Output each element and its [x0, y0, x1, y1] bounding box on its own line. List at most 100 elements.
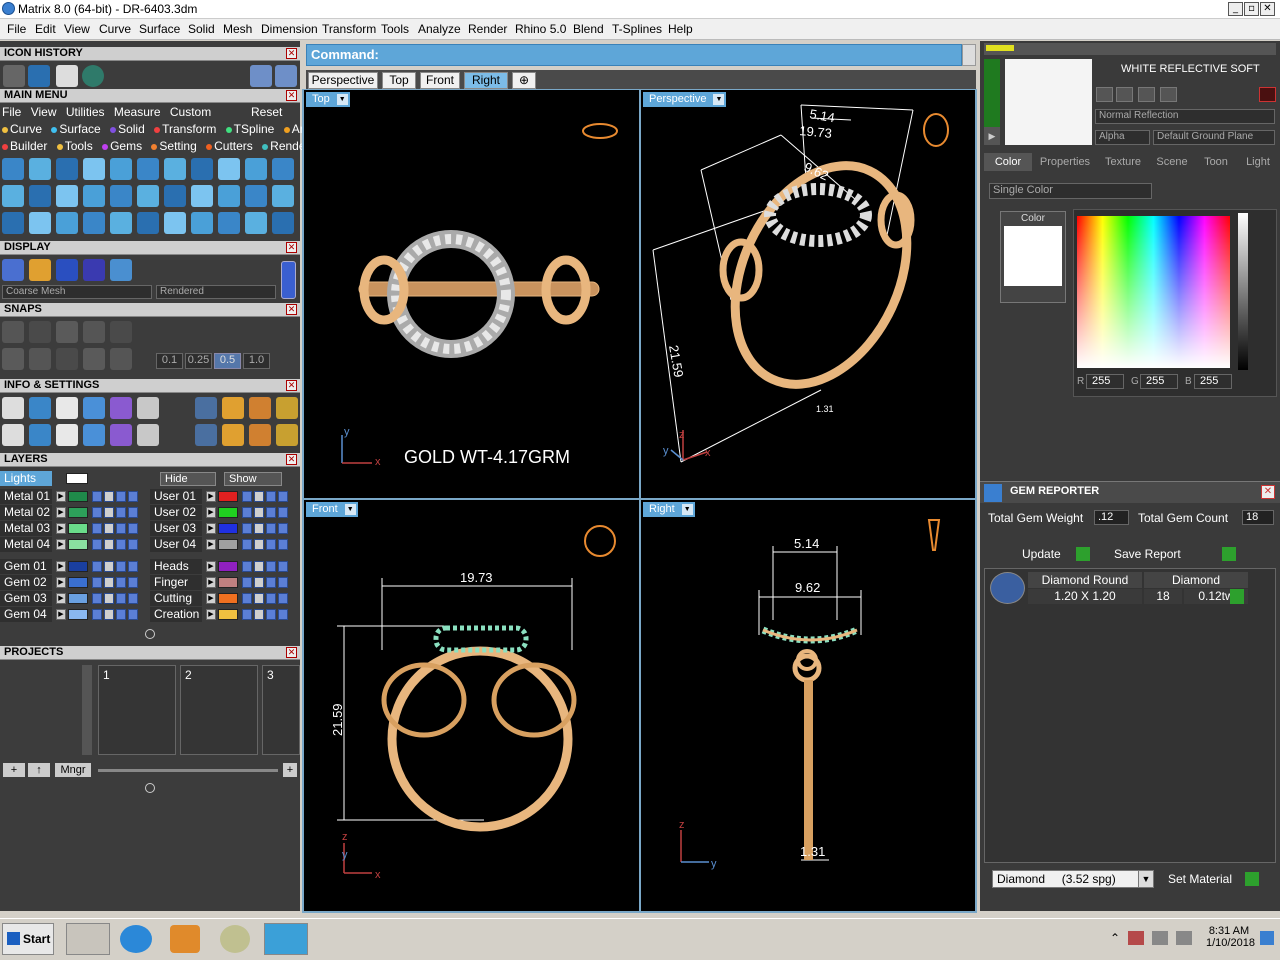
layer-expand-icon[interactable]: ▶	[56, 577, 66, 588]
layer-toggle-icon[interactable]	[266, 491, 276, 502]
tool-icon[interactable]	[195, 397, 217, 419]
tool-icon[interactable]	[222, 424, 244, 446]
minimize-button[interactable]: _	[1228, 2, 1243, 16]
tool-icon[interactable]	[2, 185, 24, 207]
layer-color-swatch[interactable]	[218, 577, 238, 588]
tool-icon[interactable]	[164, 212, 186, 234]
mm-custom[interactable]: Custom	[170, 105, 211, 119]
layer-expand-icon[interactable]: ▶	[56, 561, 66, 572]
add-project-button[interactable]: +	[3, 763, 25, 777]
layer-toggle-icon[interactable]	[104, 593, 114, 604]
mm-curve[interactable]: Curve	[2, 122, 42, 136]
layer-expand-icon[interactable]: ▶	[206, 539, 216, 550]
tool-icon[interactable]	[137, 158, 159, 180]
tray-network-icon[interactable]	[1152, 931, 1168, 945]
tool-icon[interactable]	[2, 397, 24, 419]
tool-icon[interactable]	[110, 397, 132, 419]
viewport-right[interactable]: Right ▼ 5.14 9.62 1.31 z y	[641, 500, 975, 911]
tab-texture[interactable]: Texture	[1098, 153, 1148, 171]
layer-toggle-icon[interactable]	[242, 593, 252, 604]
tool-icon[interactable]	[249, 397, 271, 419]
layer-toggle-icon[interactable]	[116, 577, 126, 588]
close-icon[interactable]: ✕	[286, 647, 297, 658]
tool-icon[interactable]	[29, 321, 51, 343]
tool-icon[interactable]	[29, 397, 51, 419]
start-button[interactable]: Start	[2, 923, 54, 955]
tool-icon[interactable]	[164, 185, 186, 207]
tool-icon[interactable]	[191, 158, 213, 180]
tool-icon[interactable]	[191, 185, 213, 207]
material-tool-icon[interactable]	[1116, 87, 1133, 102]
layer-toggle-icon[interactable]	[242, 609, 252, 620]
tab-perspective[interactable]: Perspective	[308, 72, 378, 89]
tool-icon[interactable]	[164, 158, 186, 180]
menu-render[interactable]: Render	[468, 22, 507, 36]
close-icon[interactable]: ✕	[286, 380, 297, 391]
menu-mesh[interactable]: Mesh	[223, 22, 252, 36]
tool-icon[interactable]	[56, 212, 78, 234]
tab-color[interactable]: Color	[984, 153, 1032, 171]
layer-name[interactable]: Metal 04	[0, 537, 52, 552]
gem-select-icon[interactable]	[1230, 589, 1244, 604]
close-icon[interactable]: ✕	[286, 48, 297, 59]
tool-icon[interactable]	[110, 348, 132, 370]
add-button[interactable]: +	[283, 763, 297, 777]
tool-icon[interactable]	[191, 212, 213, 234]
color-mode-select[interactable]: Single Color	[989, 183, 1152, 199]
tool-icon[interactable]	[137, 185, 159, 207]
layer-color-swatch[interactable]	[218, 593, 238, 604]
layer-color-swatch[interactable]	[218, 609, 238, 620]
tool-icon[interactable]	[218, 212, 240, 234]
layer-toggle-icon[interactable]	[242, 577, 252, 588]
refresh-icon[interactable]	[1259, 87, 1276, 102]
set-material-button[interactable]: Set Material	[1165, 870, 1261, 888]
layer-name[interactable]: Gem 01	[0, 559, 52, 574]
tool-icon[interactable]	[137, 397, 159, 419]
tool-icon[interactable]	[245, 185, 267, 207]
alpha-field[interactable]: Alpha	[1095, 130, 1150, 145]
layer-toggle-icon[interactable]	[266, 593, 276, 604]
tool-icon[interactable]	[110, 424, 132, 446]
material-select[interactable]: Diamond (3.52 spg)	[992, 870, 1154, 888]
viewport-front[interactable]: Front ▼ 19.73 21.59 z y x	[304, 500, 639, 911]
layer-toggle-icon[interactable]	[92, 491, 102, 502]
material-tool-icon[interactable]	[1096, 87, 1113, 102]
tab-scene[interactable]: Scene	[1150, 153, 1194, 171]
browser-taskbar-icon[interactable]	[120, 925, 152, 953]
menu-tsplines[interactable]: T-Splines	[612, 22, 662, 36]
layer-toggle-icon[interactable]	[242, 507, 252, 518]
command-scroll[interactable]	[962, 44, 976, 66]
layer-toggle-icon[interactable]	[278, 561, 288, 572]
projects-scrollbar[interactable]	[82, 665, 92, 755]
menu-file[interactable]: File	[7, 22, 26, 36]
tab-right[interactable]: Right	[464, 72, 508, 89]
tool-icon[interactable]	[83, 185, 105, 207]
layer-expand-icon[interactable]: ▶	[206, 561, 216, 572]
tool-icon[interactable]	[83, 158, 105, 180]
collapse-icon[interactable]	[145, 629, 155, 639]
forward-arrow-icon[interactable]	[275, 65, 297, 87]
material-nav-left[interactable]	[984, 59, 1000, 129]
tab-properties[interactable]: Properties	[1034, 153, 1096, 171]
tool-icon[interactable]	[56, 397, 78, 419]
up-button[interactable]: ↑	[28, 763, 50, 777]
layer-expand-icon[interactable]: ▶	[206, 577, 216, 588]
tool-icon[interactable]	[83, 397, 105, 419]
tool-icon[interactable]	[2, 321, 24, 343]
reset-button[interactable]: Reset	[251, 105, 282, 119]
mm-cutters[interactable]: Cutters	[206, 139, 253, 153]
layer-toggle-icon[interactable]	[92, 523, 102, 534]
show-desktop-icon[interactable]	[1260, 931, 1274, 945]
mm-transform[interactable]: Transform	[154, 122, 216, 136]
layer-color-swatch[interactable]	[68, 561, 88, 572]
tool-icon[interactable]	[110, 321, 132, 343]
tray-volume-icon[interactable]	[1176, 931, 1192, 945]
tool-icon[interactable]	[195, 424, 217, 446]
tool-icon[interactable]	[56, 321, 78, 343]
close-icon[interactable]: ✕	[286, 304, 297, 315]
brightness-slider[interactable]	[1238, 213, 1248, 370]
mm-utilities[interactable]: Utilities	[66, 105, 105, 119]
material-nav-icon[interactable]: ▶	[984, 127, 1000, 145]
layer-name[interactable]: User 02	[150, 505, 202, 520]
menu-blend[interactable]: Blend	[573, 22, 604, 36]
